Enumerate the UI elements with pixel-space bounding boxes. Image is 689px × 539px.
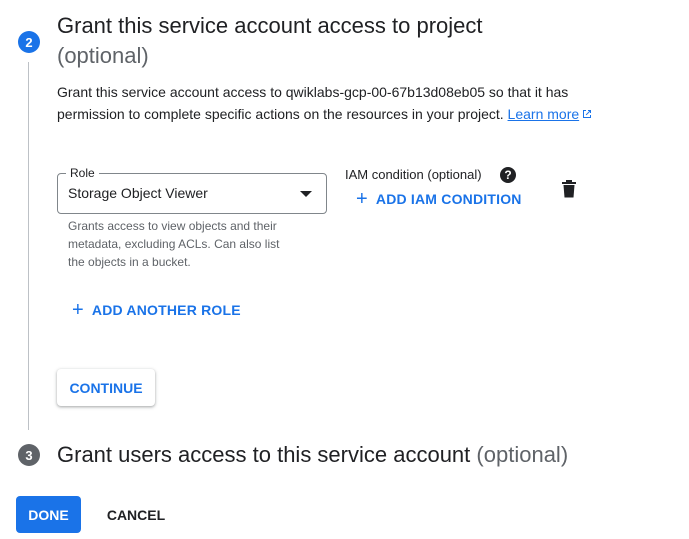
delete-icon[interactable]: [562, 180, 576, 198]
step-3-indicator: 3: [18, 444, 40, 466]
description-text: Grant this service account access to qwi…: [57, 84, 569, 122]
role-label: Role: [66, 165, 99, 181]
step-2-indicator: 2: [18, 31, 40, 53]
learn-more-link[interactable]: Learn more: [508, 106, 594, 122]
step-2-description: Grant this service account access to qwi…: [57, 81, 597, 125]
iam-condition-label: IAM condition (optional): [345, 167, 482, 182]
role-select[interactable]: Role Storage Object Viewer: [57, 165, 327, 214]
add-iam-condition-label: ADD IAM CONDITION: [375, 191, 522, 207]
plus-icon: +: [356, 188, 368, 210]
done-button[interactable]: DONE: [16, 496, 81, 533]
chevron-down-icon: [300, 191, 312, 197]
learn-more-label: Learn more: [507, 106, 580, 122]
role-hint: Grants access to view objects and their …: [68, 219, 280, 269]
add-another-role-label: ADD ANOTHER ROLE: [91, 302, 241, 318]
step-3-title: Grant users access to this service accou…: [57, 440, 568, 470]
external-link-icon: [583, 110, 592, 118]
help-icon[interactable]: ?: [500, 167, 516, 183]
step-connector-line: [28, 62, 29, 430]
add-another-role-button[interactable]: + ADD ANOTHER ROLE: [72, 299, 241, 321]
step-3-title-text: Grant users access to this service accou…: [57, 442, 471, 467]
step-2-title: Grant this service account access to pro…: [57, 11, 527, 71]
step-3-optional-label: (optional): [476, 442, 569, 467]
plus-icon: +: [72, 299, 84, 321]
add-iam-condition-button[interactable]: + ADD IAM CONDITION: [356, 188, 522, 210]
continue-button[interactable]: CONTINUE: [57, 369, 155, 406]
role-value: Storage Object Viewer: [68, 185, 208, 201]
cancel-button[interactable]: CANCEL: [98, 496, 174, 533]
step-2-title-text: Grant this service account access to pro…: [57, 13, 483, 38]
step-2-optional-label: (optional): [57, 43, 149, 68]
